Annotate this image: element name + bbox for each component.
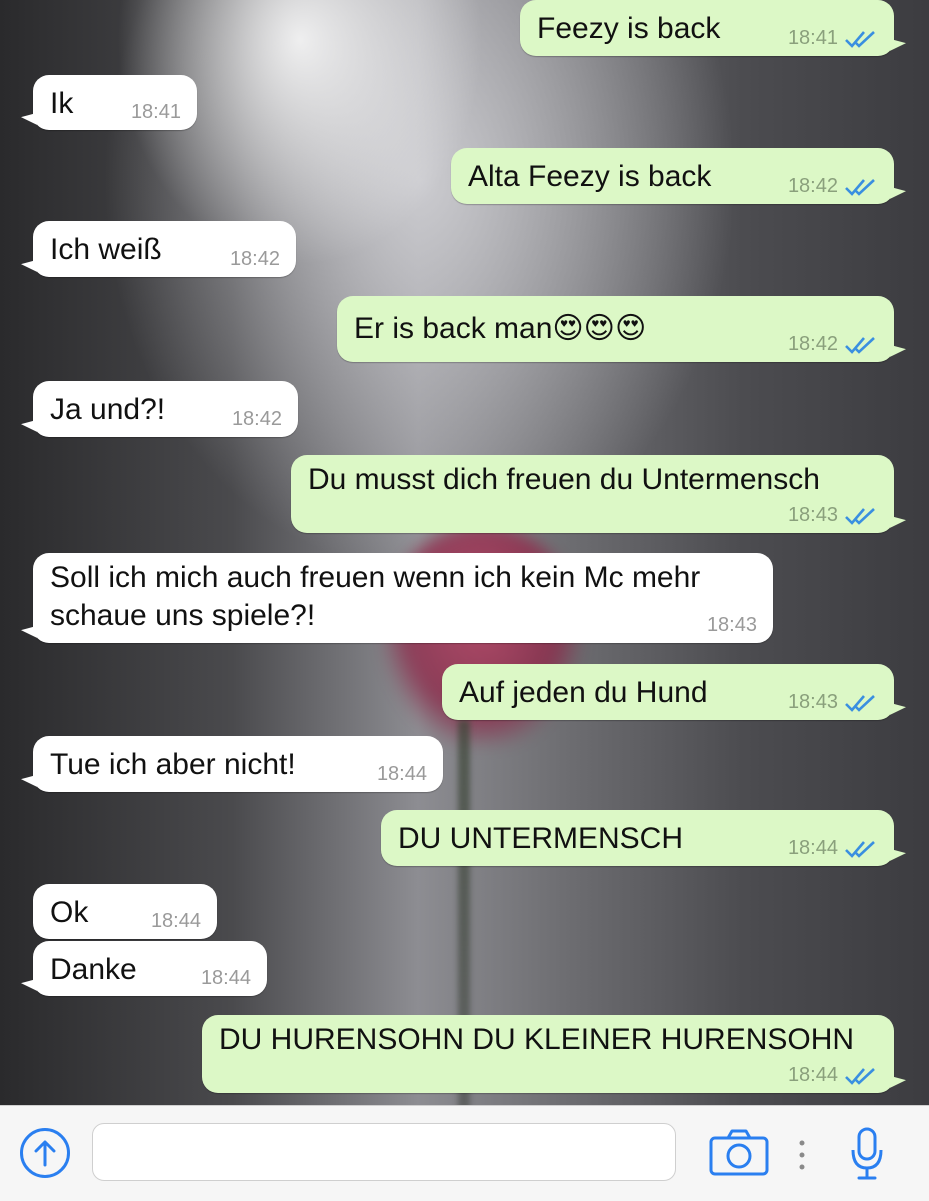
message-text: Ja und?!	[50, 393, 166, 426]
message-time: 18:42	[229, 248, 280, 270]
message-text: DU HURENSOHN DU KLEINER HURENSOHN	[219, 1023, 855, 1056]
message-bubble-incoming[interactable]: Soll ich mich auch freuen wenn ich kein …	[33, 553, 773, 643]
message-time: 18:44	[376, 763, 427, 785]
upload-circle-icon	[34, 1140, 56, 1167]
message-text: Danke	[50, 953, 137, 986]
message-meta: 18:44	[151, 910, 201, 933]
message-bubble-outgoing[interactable]: Feezy is back 18:41	[520, 0, 894, 56]
message-text: Du musst dich freuen du Untermensch	[308, 463, 820, 496]
message-bubble-incoming[interactable]: Danke 18:44	[33, 941, 267, 996]
message-time: 18:41	[130, 101, 181, 123]
message-meta: 18:43	[707, 614, 757, 637]
message-meta: 18:44	[377, 763, 427, 786]
message-text: DU UNTERMENSCH	[398, 822, 683, 855]
message-text: Soll ich mich auch freuen wenn ich kein …	[50, 561, 701, 632]
upload-button[interactable]	[20, 1128, 70, 1178]
more-options-button[interactable]	[798, 1137, 806, 1173]
message-bubble-outgoing[interactable]: Auf jeden du Hund 18:43	[442, 664, 894, 720]
message-text: Alta Feezy is back	[468, 160, 712, 193]
message-bubble-incoming[interactable]: Tue ich aber nicht! 18:44	[33, 736, 443, 792]
camera-icon	[709, 1129, 769, 1176]
message-text: Ok	[50, 896, 89, 929]
message-text: Tue ich aber nicht!	[50, 748, 296, 781]
message-time: 18:43	[787, 691, 838, 713]
message-bubble-outgoing[interactable]: Du musst dich freuen du Untermensch 18:4…	[291, 455, 894, 533]
message-bubble-outgoing[interactable]: DU UNTERMENSCH 18:44	[381, 810, 894, 866]
double-check-icon	[845, 336, 875, 354]
message-text: Feezy is back	[537, 12, 721, 45]
double-check-icon	[845, 840, 875, 858]
microphone-button[interactable]	[850, 1126, 884, 1182]
message-time: 18:44	[150, 910, 201, 932]
message-time: 18:44	[200, 967, 251, 989]
message-bubble-outgoing[interactable]: DU HURENSOHN DU KLEINER HURENSOHN 18:44	[202, 1015, 894, 1093]
message-meta: 18:42	[232, 408, 282, 431]
message-text: Ik	[50, 87, 74, 120]
message-meta: 18:42	[788, 175, 878, 198]
message-meta: 18:44	[788, 1064, 878, 1087]
message-time: 18:41	[787, 27, 838, 49]
message-meta: 18:44	[788, 837, 878, 860]
message-meta: 18:42	[230, 248, 280, 271]
double-check-icon	[845, 694, 875, 712]
message-time: 18:42	[787, 175, 838, 197]
message-bubble-incoming[interactable]: Ich weiß 18:42	[33, 221, 296, 277]
message-time: 18:42	[787, 333, 838, 355]
message-meta: 18:44	[201, 967, 251, 990]
message-meta: 18:41	[788, 27, 878, 50]
message-time: 18:43	[787, 504, 838, 526]
camera-button[interactable]	[708, 1128, 770, 1178]
message-time: 18:42	[231, 408, 282, 430]
double-check-icon	[845, 178, 875, 196]
message-meta: 18:43	[788, 691, 878, 714]
message-time: 18:44	[787, 1064, 838, 1086]
message-text: Ich weiß	[50, 233, 162, 266]
microphone-icon	[851, 1127, 883, 1180]
message-time: 18:43	[706, 614, 757, 636]
double-check-icon	[845, 30, 875, 48]
message-meta: 18:42	[788, 333, 878, 356]
message-bubble-incoming[interactable]: Ok 18:44	[33, 884, 217, 939]
message-input[interactable]	[92, 1123, 676, 1181]
message-text: Er is back man😍😍😍	[354, 312, 647, 345]
double-check-icon	[845, 1067, 875, 1085]
message-meta: 18:43	[788, 504, 878, 527]
message-time: 18:44	[787, 837, 838, 859]
more-dots-icon	[799, 1140, 805, 1170]
message-text: Auf jeden du Hund	[459, 676, 708, 709]
message-bubble-outgoing[interactable]: Er is back man😍😍😍 18:42	[337, 296, 894, 362]
message-meta: 18:41	[131, 101, 181, 124]
message-bubble-outgoing[interactable]: Alta Feezy is back 18:42	[451, 148, 894, 204]
double-check-icon	[845, 507, 875, 525]
message-bubble-incoming[interactable]: Ik 18:41	[33, 75, 197, 130]
message-bubble-incoming[interactable]: Ja und?! 18:42	[33, 381, 298, 437]
